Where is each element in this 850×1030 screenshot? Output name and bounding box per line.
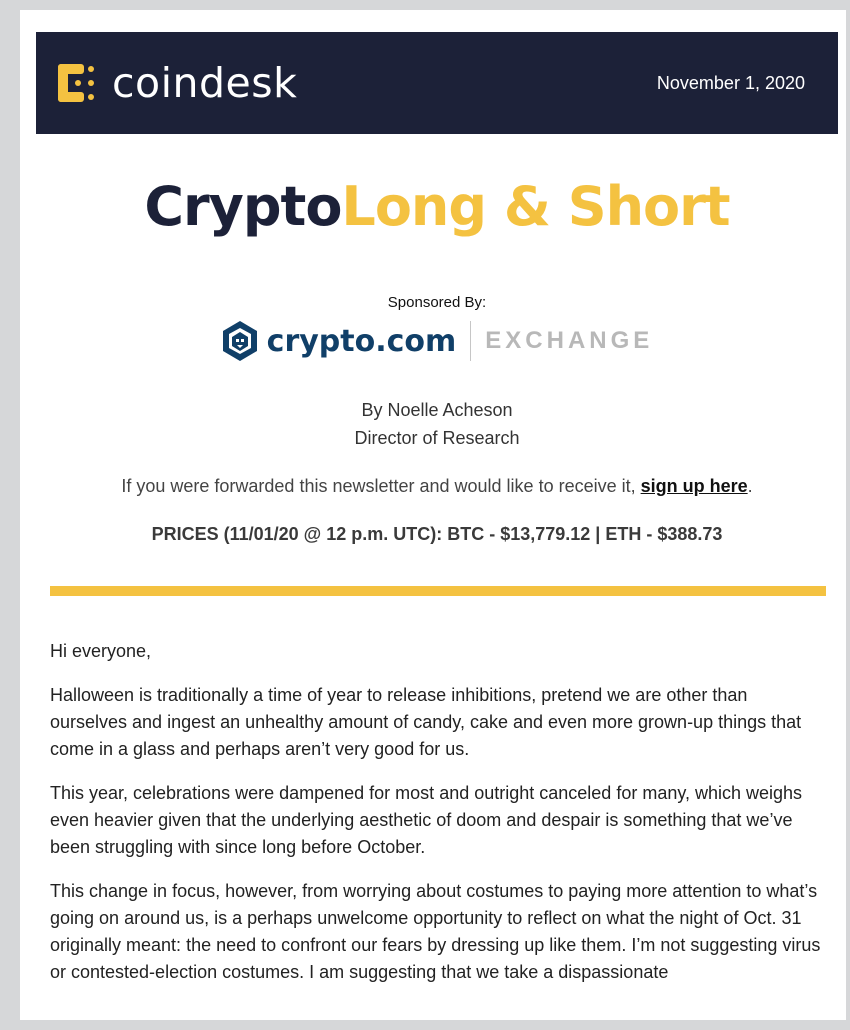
forward-note: If you were forwarded this newsletter an… [36, 476, 838, 497]
forward-note-trailing: . [747, 476, 753, 496]
crypto-com-lion-icon [222, 321, 257, 361]
newsletter-body: Hi everyone, Halloween is traditionally … [50, 638, 828, 1003]
sponsor-divider [470, 321, 472, 361]
title-part-1: Crypto [144, 175, 342, 238]
newsletter-title: CryptoLong & Short [36, 180, 838, 234]
newsletter-header: coindesk November 1, 2020 [36, 32, 838, 134]
coindesk-brand[interactable]: coindesk [56, 59, 297, 107]
title-part-2: Long & Short [341, 175, 730, 238]
body-paragraph: Hi everyone, [50, 641, 152, 661]
sign-up-link[interactable]: sign up here [641, 476, 748, 496]
issue-date: November 1, 2020 [656, 72, 805, 93]
forward-note-text: If you were forwarded this newsletter an… [121, 476, 641, 496]
sponsor-name: crypto.com [266, 323, 457, 359]
sponsor-suffix: EXCHANGE [485, 327, 654, 354]
body-paragraph: This change in focus, however, from worr… [50, 881, 821, 982]
author-name: By Noelle Acheson [361, 400, 513, 420]
byline: By Noelle Acheson Director of Research [36, 396, 838, 452]
coindesk-logo-icon [58, 64, 94, 102]
author-role: Director of Research [354, 428, 520, 448]
brand-name: coindesk [112, 59, 298, 107]
prices-line: PRICES (11/01/20 @ 12 p.m. UTC): BTC - $… [151, 524, 723, 544]
body-paragraph: This year, celebrations were dampened fo… [50, 783, 803, 857]
section-divider [50, 586, 826, 596]
sponsored-label: Sponsored By: [387, 294, 487, 311]
email-frame: coindesk November 1, 2020 CryptoLong & S… [20, 10, 846, 1020]
sponsor-logo-row[interactable]: crypto.com EXCHANGE [36, 320, 838, 362]
body-paragraph: Halloween is traditionally a time of yea… [50, 685, 802, 759]
